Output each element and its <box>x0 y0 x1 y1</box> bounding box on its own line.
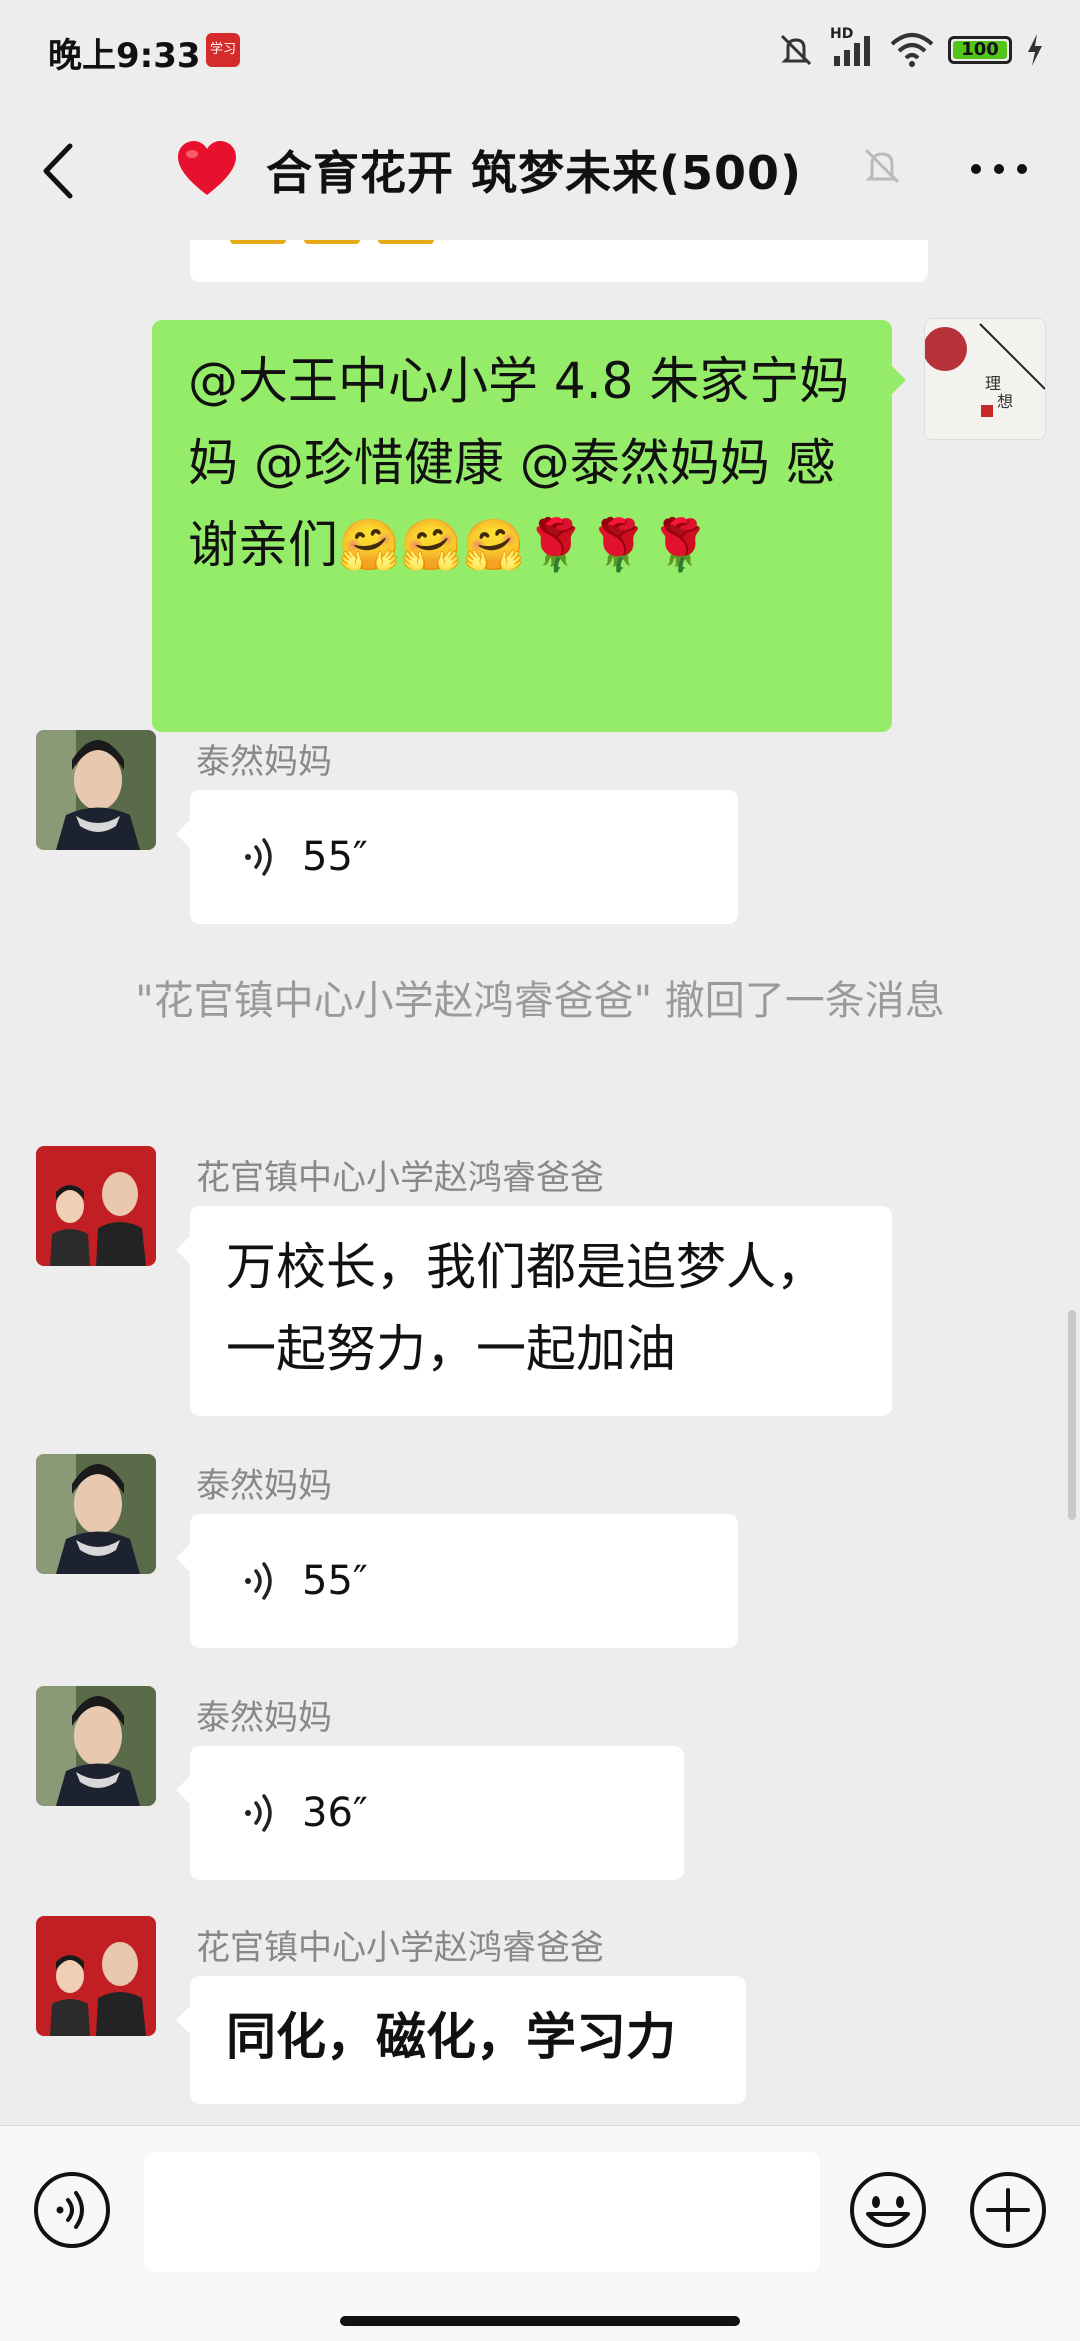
voice-content: 55″ <box>190 790 738 924</box>
status-time: 晚上9:33 <box>48 36 201 76</box>
plus-button[interactable] <box>968 2170 1048 2250</box>
chat-title: 合育花开 筑梦未来(500) <box>266 146 803 200</box>
avatar-tairan-mama[interactable] <box>36 730 156 850</box>
chat-title-area[interactable]: 合育花开 筑梦未来(500) <box>176 130 802 210</box>
voice-wave-icon <box>245 1794 272 1832</box>
bubble-tail <box>176 1776 190 1804</box>
avatar-tairan-mama[interactable] <box>36 1454 156 1574</box>
back-button[interactable] <box>30 136 90 206</box>
battery-level: 100 <box>953 41 1007 59</box>
bubble-tail <box>892 366 906 394</box>
message-input[interactable] <box>144 2152 820 2272</box>
home-indicator[interactable] <box>340 2316 740 2326</box>
sender-name: 花官镇中心小学赵鸿睿爸爸 <box>196 1928 604 1968</box>
heart-icon <box>178 141 236 195</box>
voice-duration: 55″ <box>302 834 368 880</box>
self-avatar[interactable]: 理 想 <box>924 318 1046 440</box>
voice-toggle-button[interactable] <box>32 2170 112 2250</box>
message-text: 同化，磁化，学习力 <box>226 2008 676 2066</box>
voice-wave-icon <box>245 838 272 876</box>
voice-duration: 36″ <box>302 1790 368 1836</box>
voice-duration: 55″ <box>302 1558 368 1604</box>
silent-icon <box>780 34 812 66</box>
bell-muted-icon <box>864 148 900 184</box>
scrollbar[interactable] <box>1068 1310 1076 1520</box>
text-message-bubble[interactable]: 万校长，我们都是追梦人，一起努力，一起加油 <box>190 1206 892 1416</box>
signal-icon: HD <box>830 26 876 70</box>
charging-icon <box>1028 34 1042 66</box>
bubble-tail <box>176 1544 190 1572</box>
status-bar: 晚上9:33 学习 HD 100 <box>0 0 1080 100</box>
input-bar <box>0 2125 1080 2341</box>
voice-content: 36″ <box>190 1746 684 1880</box>
app-notification-icon: 学习 <box>206 33 240 67</box>
sender-name: 花官镇中心小学赵鸿睿爸爸 <box>196 1158 604 1198</box>
bubble-tail <box>176 1236 190 1264</box>
status-indicators: HD 100 <box>776 26 1044 72</box>
more-options-button[interactable] <box>964 144 1034 194</box>
avatar-zhao-dad[interactable] <box>36 1916 156 2036</box>
avatar-zhao-dad[interactable] <box>36 1146 156 1266</box>
sender-name: 泰然妈妈 <box>196 1466 332 1506</box>
emoji-row-icon <box>230 240 434 244</box>
system-recall-notice: "花官镇中心小学赵鸿睿爸爸" 撤回了一条消息 <box>135 978 945 1024</box>
bubble-tail <box>176 820 190 848</box>
svg-text:理: 理 <box>985 374 1001 393</box>
voice-message-bubble[interactable]: 36″ <box>190 1746 684 1880</box>
voice-message-bubble[interactable]: 55″ <box>190 790 738 924</box>
chat-header: 合育花开 筑梦未来(500) <box>0 100 1080 240</box>
sender-name: 泰然妈妈 <box>196 1698 332 1738</box>
message-text: @大王中心小学 4.8 朱家宁妈妈 @珍惜健康 @泰然妈妈 感谢亲们🤗🤗🤗🌹🌹🌹 <box>188 352 850 574</box>
svg-text:想: 想 <box>997 392 1013 411</box>
voice-wave-icon <box>245 1562 272 1600</box>
voice-content: 55″ <box>190 1514 738 1648</box>
avatar-tairan-mama[interactable] <box>36 1686 156 1806</box>
sender-name: 泰然妈妈 <box>196 742 332 782</box>
chat-message-list[interactable]: 理 想 @大王中心小学 4.8 朱家宁妈妈 @珍惜健康 @泰然妈妈 感谢亲们🤗🤗… <box>0 240 1080 2125</box>
bubble-tail <box>176 2006 190 2034</box>
message-text: 万校长，我们都是追梦人，一起努力，一起加油 <box>226 1238 826 1378</box>
message-bubble-partial[interactable] <box>190 240 928 282</box>
self-message-bubble[interactable]: @大王中心小学 4.8 朱家宁妈妈 @珍惜健康 @泰然妈妈 感谢亲们🤗🤗🤗🌹🌹🌹 <box>152 320 892 732</box>
emoji-button[interactable] <box>848 2170 928 2250</box>
voice-message-bubble[interactable]: 55″ <box>190 1514 738 1648</box>
wifi-icon <box>890 33 934 67</box>
battery-icon: 100 <box>948 36 1012 64</box>
text-message-bubble[interactable]: 同化，磁化，学习力 <box>190 1976 746 2104</box>
